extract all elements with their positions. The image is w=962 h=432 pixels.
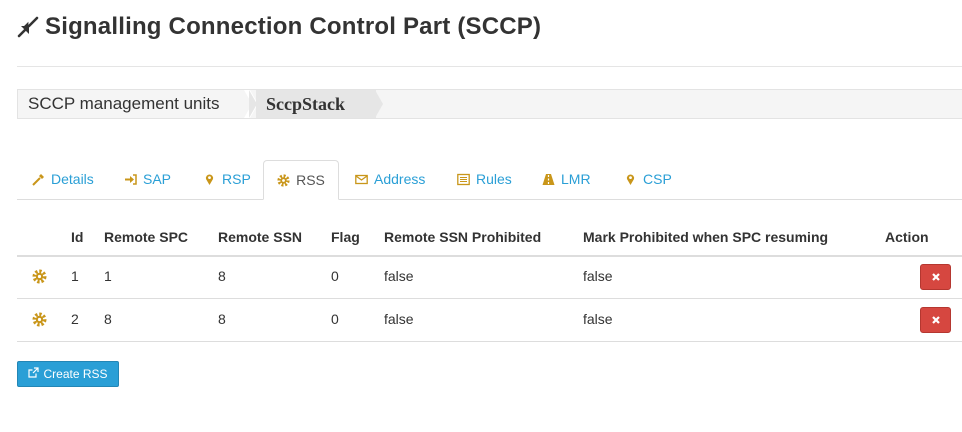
cell-flag: 0 [331,268,339,284]
table-row: 1 1 8 0 false false [17,256,962,299]
cell-mark-prohibited: false [583,268,613,284]
cell-id: 1 [71,268,79,284]
tab-label: Address [374,171,426,187]
tab-csp[interactable]: CSP [624,160,672,198]
title-divider [17,66,962,67]
gear-icon[interactable] [32,312,47,327]
breadcrumb-item-sccp-management-units[interactable]: SCCP management units [18,90,250,118]
cell-remote-ssn: 8 [218,268,226,284]
tab-bar: Details SAP RSP RSS Address Rules LMR CS… [17,160,962,200]
cell-mark-prohibited: false [583,311,613,327]
table-header: Id Remote SPC Remote SSN Flag Remote SSN… [17,220,962,257]
list-alt-icon [457,173,470,186]
column-header-remote-ssn: Remote SSN [218,229,303,245]
tab-details[interactable]: Details [32,160,94,198]
cell-flag: 0 [331,311,339,327]
external-link-icon [28,367,40,381]
tab-label: LMR [561,171,591,187]
wand-icon [32,173,45,186]
envelope-icon [355,173,368,186]
tab-label: RSP [222,171,251,187]
create-rss-label: Create RSS [43,367,108,381]
tab-rss[interactable]: RSS [263,160,339,200]
tab-label: RSS [296,172,325,188]
compress-icon [17,16,39,38]
table-row: 2 8 8 0 false false [17,299,962,342]
delete-button[interactable] [920,264,951,290]
page-title: Signalling Connection Control Part (SCCP… [45,13,542,40]
tab-label: CSP [643,171,672,187]
cell-remote-spc: 1 [104,268,112,284]
tab-label: Details [51,171,94,187]
cell-id: 2 [71,311,79,327]
gear-icon [277,173,290,187]
column-header-action: Action [885,229,929,245]
tab-rsp[interactable]: RSP [203,160,251,198]
cell-remote-ssn-prohibited: false [384,268,414,284]
close-icon [931,316,940,324]
tab-sap[interactable]: SAP [124,160,171,198]
cell-remote-ssn: 8 [218,311,226,327]
map-marker-icon [624,173,637,186]
column-header-flag: Flag [331,229,360,245]
cell-remote-spc: 8 [104,311,112,327]
tab-label: Rules [476,171,512,187]
column-header-remote-spc: Remote SPC [104,229,189,245]
page-header: Signalling Connection Control Part (SCCP… [17,12,541,42]
tab-address[interactable]: Address [355,160,425,198]
breadcrumb-end-arrow [375,90,383,118]
breadcrumb: SCCP management units SccpStack [17,89,962,119]
close-icon [931,273,940,281]
tab-label: SAP [143,171,172,187]
breadcrumb-item-sccpstack: SccpStack [256,90,376,118]
column-header-remote-ssn-prohibited: Remote SSN Prohibited [384,229,542,245]
column-header-id: Id [71,229,84,245]
gear-icon[interactable] [32,269,47,284]
road-icon [542,173,555,186]
tab-rules[interactable]: Rules [457,160,512,198]
create-rss-button[interactable]: Create RSS [17,361,119,387]
column-header-mark-prohibited: Mark Prohibited when SPC resuming [583,229,829,245]
tab-lmr[interactable]: LMR [542,160,591,198]
delete-button[interactable] [920,307,951,333]
map-marker-icon [203,173,216,186]
sign-in-icon [124,173,137,186]
cell-remote-ssn-prohibited: false [384,311,414,327]
